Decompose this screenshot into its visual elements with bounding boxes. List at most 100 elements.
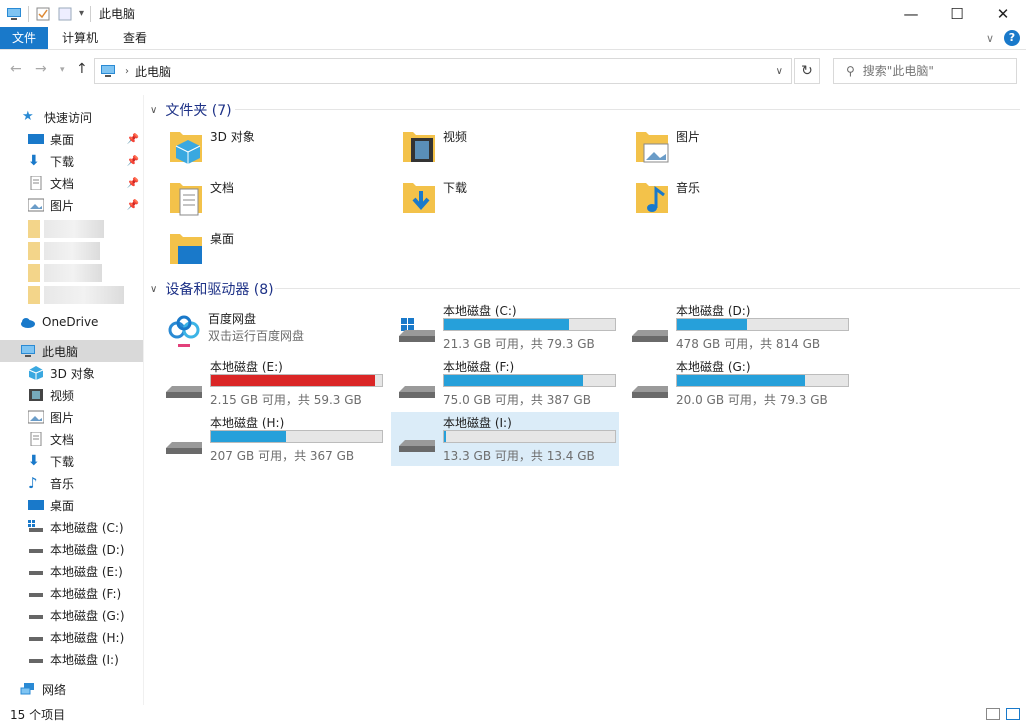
tab-computer[interactable]: 计算机 [55, 27, 105, 49]
folder-downloads[interactable]: 下载 [401, 177, 631, 227]
sidebar-item-drive-c[interactable]: 本地磁盘 (C:) [0, 516, 143, 538]
group-separator [235, 109, 1020, 110]
drive-icon [29, 593, 43, 597]
recent-locations-icon[interactable]: ▾ [60, 65, 65, 75]
expand-ribbon-icon[interactable]: ∨ [986, 32, 994, 45]
chevron-down-icon[interactable]: ∨ [150, 105, 157, 116]
forward-arrow-icon[interactable]: → [35, 61, 47, 77]
pane-divider[interactable] [143, 95, 144, 705]
window-controls: — ☐ ✕ [888, 0, 1026, 27]
group-title: 设备和驱动器 (8) [165, 282, 274, 298]
minimize-button[interactable]: — [888, 0, 934, 27]
drive-tile[interactable]: 本地磁盘 (C:) 21.3 GB 可用，共 79.3 GB [391, 302, 619, 354]
drive-icon [29, 659, 43, 663]
drive-name: 本地磁盘 (D:) [676, 304, 751, 318]
breadcrumb-chevron-icon[interactable]: › [125, 66, 129, 77]
folder-name: 音乐 [676, 181, 701, 195]
redacted-folder-name[interactable] [44, 220, 104, 238]
help-icon[interactable]: ? [1004, 30, 1020, 46]
sidebar-item-label: 文档 [50, 176, 75, 191]
customize-toolbar-icon[interactable]: ▾ [79, 8, 84, 19]
drive-name: 本地磁盘 (C:) [443, 304, 517, 318]
sidebar-item-3d-objects[interactable]: 3D 对象 [0, 362, 143, 384]
desktop-icon [28, 500, 44, 510]
sidebar-item-drive-e[interactable]: 本地磁盘 (E:) [0, 560, 143, 582]
sidebar-item-desktop[interactable]: 桌面 [0, 494, 143, 516]
folder-documents[interactable]: 文档 [168, 177, 398, 227]
maximize-button[interactable]: ☐ [934, 0, 980, 27]
sidebar-item-desktop-pinned[interactable]: 桌面 📌 [0, 128, 143, 150]
new-folder-icon[interactable] [57, 7, 73, 21]
sidebar-item-documents-pinned[interactable]: 文档 📌 [0, 172, 143, 194]
computer-icon [21, 345, 35, 357]
sidebar-item-label: 本地磁盘 (H:) [50, 630, 125, 645]
app-subtitle: 双击运行百度网盘 [208, 329, 305, 343]
folder-music[interactable]: 音乐 [634, 177, 864, 227]
sidebar-item-downloads-pinned[interactable]: ⬇ 下载 📌 [0, 150, 143, 172]
up-arrow-icon[interactable]: ↑ [76, 61, 88, 77]
refresh-button[interactable]: ↻ [794, 58, 820, 84]
sidebar-item-downloads[interactable]: ⬇ 下载 [0, 450, 143, 472]
tab-file[interactable]: 文件 [0, 27, 48, 49]
sidebar-item-quick-access[interactable]: ★ 快速访问 [0, 106, 143, 128]
drive-tile[interactable]: 本地磁盘 (D:) 478 GB 可用，共 814 GB [624, 302, 852, 354]
redacted-folder-name[interactable] [44, 286, 124, 304]
sidebar-item-label: 网络 [42, 682, 67, 697]
sidebar-item-drive-i[interactable]: 本地磁盘 (I:) [0, 648, 143, 670]
address-bar[interactable]: › 此电脑 ∨ [94, 58, 792, 84]
sidebar-item-pictures-pinned[interactable]: 图片 📌 [0, 194, 143, 216]
computer-icon [101, 65, 115, 77]
baidu-netdisk-shortcut[interactable]: 百度网盘 双击运行百度网盘 [160, 310, 388, 362]
folder-pictures[interactable]: 图片 [634, 126, 864, 176]
sidebar-item-documents[interactable]: 文档 [0, 428, 143, 450]
toolbar-separator [90, 5, 92, 22]
address-row: ← → ▾ ↑ › 此电脑 ∨ ↻ ⚲ [0, 55, 1026, 87]
sidebar-item-drive-g[interactable]: 本地磁盘 (G:) [0, 604, 143, 626]
search-box[interactable]: ⚲ [833, 58, 1017, 84]
sidebar-item-drive-h[interactable]: 本地磁盘 (H:) [0, 626, 143, 648]
sidebar-item-music[interactable]: ♪ 音乐 [0, 472, 143, 494]
drive-icon [29, 549, 43, 553]
drive-name: 本地磁盘 (G:) [676, 360, 751, 374]
sidebar-item-network[interactable]: 网络 [0, 678, 143, 700]
drive-tile[interactable]: 本地磁盘 (G:) 20.0 GB 可用，共 79.3 GB [624, 358, 852, 410]
desktop-folder-icon [170, 234, 202, 264]
large-icons-view-icon[interactable] [1006, 708, 1020, 720]
download-icon: ⬇ [28, 453, 40, 469]
drive-icon [632, 386, 668, 398]
details-view-icon[interactable] [986, 708, 1000, 720]
drive-tile[interactable]: 本地磁盘 (I:) 13.3 GB 可用，共 13.4 GB [391, 412, 619, 466]
drive-icon [399, 440, 435, 452]
sidebar-item-videos[interactable]: 视频 [0, 384, 143, 406]
drive-space-info: 2.15 GB 可用，共 59.3 GB [210, 393, 362, 407]
sidebar-item-drive-d[interactable]: 本地磁盘 (D:) [0, 538, 143, 560]
drive-tile[interactable]: 本地磁盘 (E:) 2.15 GB 可用，共 59.3 GB [158, 358, 386, 410]
sidebar-item-label: OneDrive [42, 315, 99, 329]
search-input[interactable] [862, 64, 1003, 78]
back-arrow-icon[interactable]: ← [10, 61, 22, 77]
close-button[interactable]: ✕ [980, 0, 1026, 27]
devices-group-header[interactable]: ∨ 设备和驱动器 (8) [150, 279, 274, 299]
sidebar-item-label: 下载 [50, 454, 75, 469]
drive-tile[interactable]: 本地磁盘 (H:) 207 GB 可用，共 367 GB [158, 414, 386, 466]
desktop-icon [28, 134, 44, 144]
breadcrumb-this-pc[interactable]: 此电脑 [135, 63, 171, 80]
address-dropdown-icon[interactable]: ∨ [776, 66, 783, 77]
folder-desktop[interactable]: 桌面 [168, 228, 398, 278]
redacted-folder-name[interactable] [44, 264, 102, 282]
drive-tile[interactable]: 本地磁盘 (F:) 75.0 GB 可用，共 387 GB [391, 358, 619, 410]
folders-group-header[interactable]: ∨ 文件夹 (7) [150, 100, 232, 120]
folder-3d-objects[interactable]: 3D 对象 [168, 126, 398, 176]
tab-view[interactable]: 查看 [115, 27, 155, 49]
properties-icon[interactable] [35, 7, 51, 21]
chevron-down-icon[interactable]: ∨ [150, 284, 157, 295]
sidebar-item-onedrive[interactable]: OneDrive [0, 311, 143, 333]
sidebar-item-pictures[interactable]: 图片 [0, 406, 143, 428]
sidebar-item-drive-f[interactable]: 本地磁盘 (F:) [0, 582, 143, 604]
sidebar-item-this-pc[interactable]: 此电脑 [0, 340, 143, 362]
folder-videos[interactable]: 视频 [401, 126, 631, 176]
redacted-folder-name[interactable] [44, 242, 100, 260]
usage-bar-fill [444, 375, 583, 386]
sidebar-item-label: 本地磁盘 (E:) [50, 564, 123, 579]
item-count: 15 个项目 [10, 707, 66, 722]
